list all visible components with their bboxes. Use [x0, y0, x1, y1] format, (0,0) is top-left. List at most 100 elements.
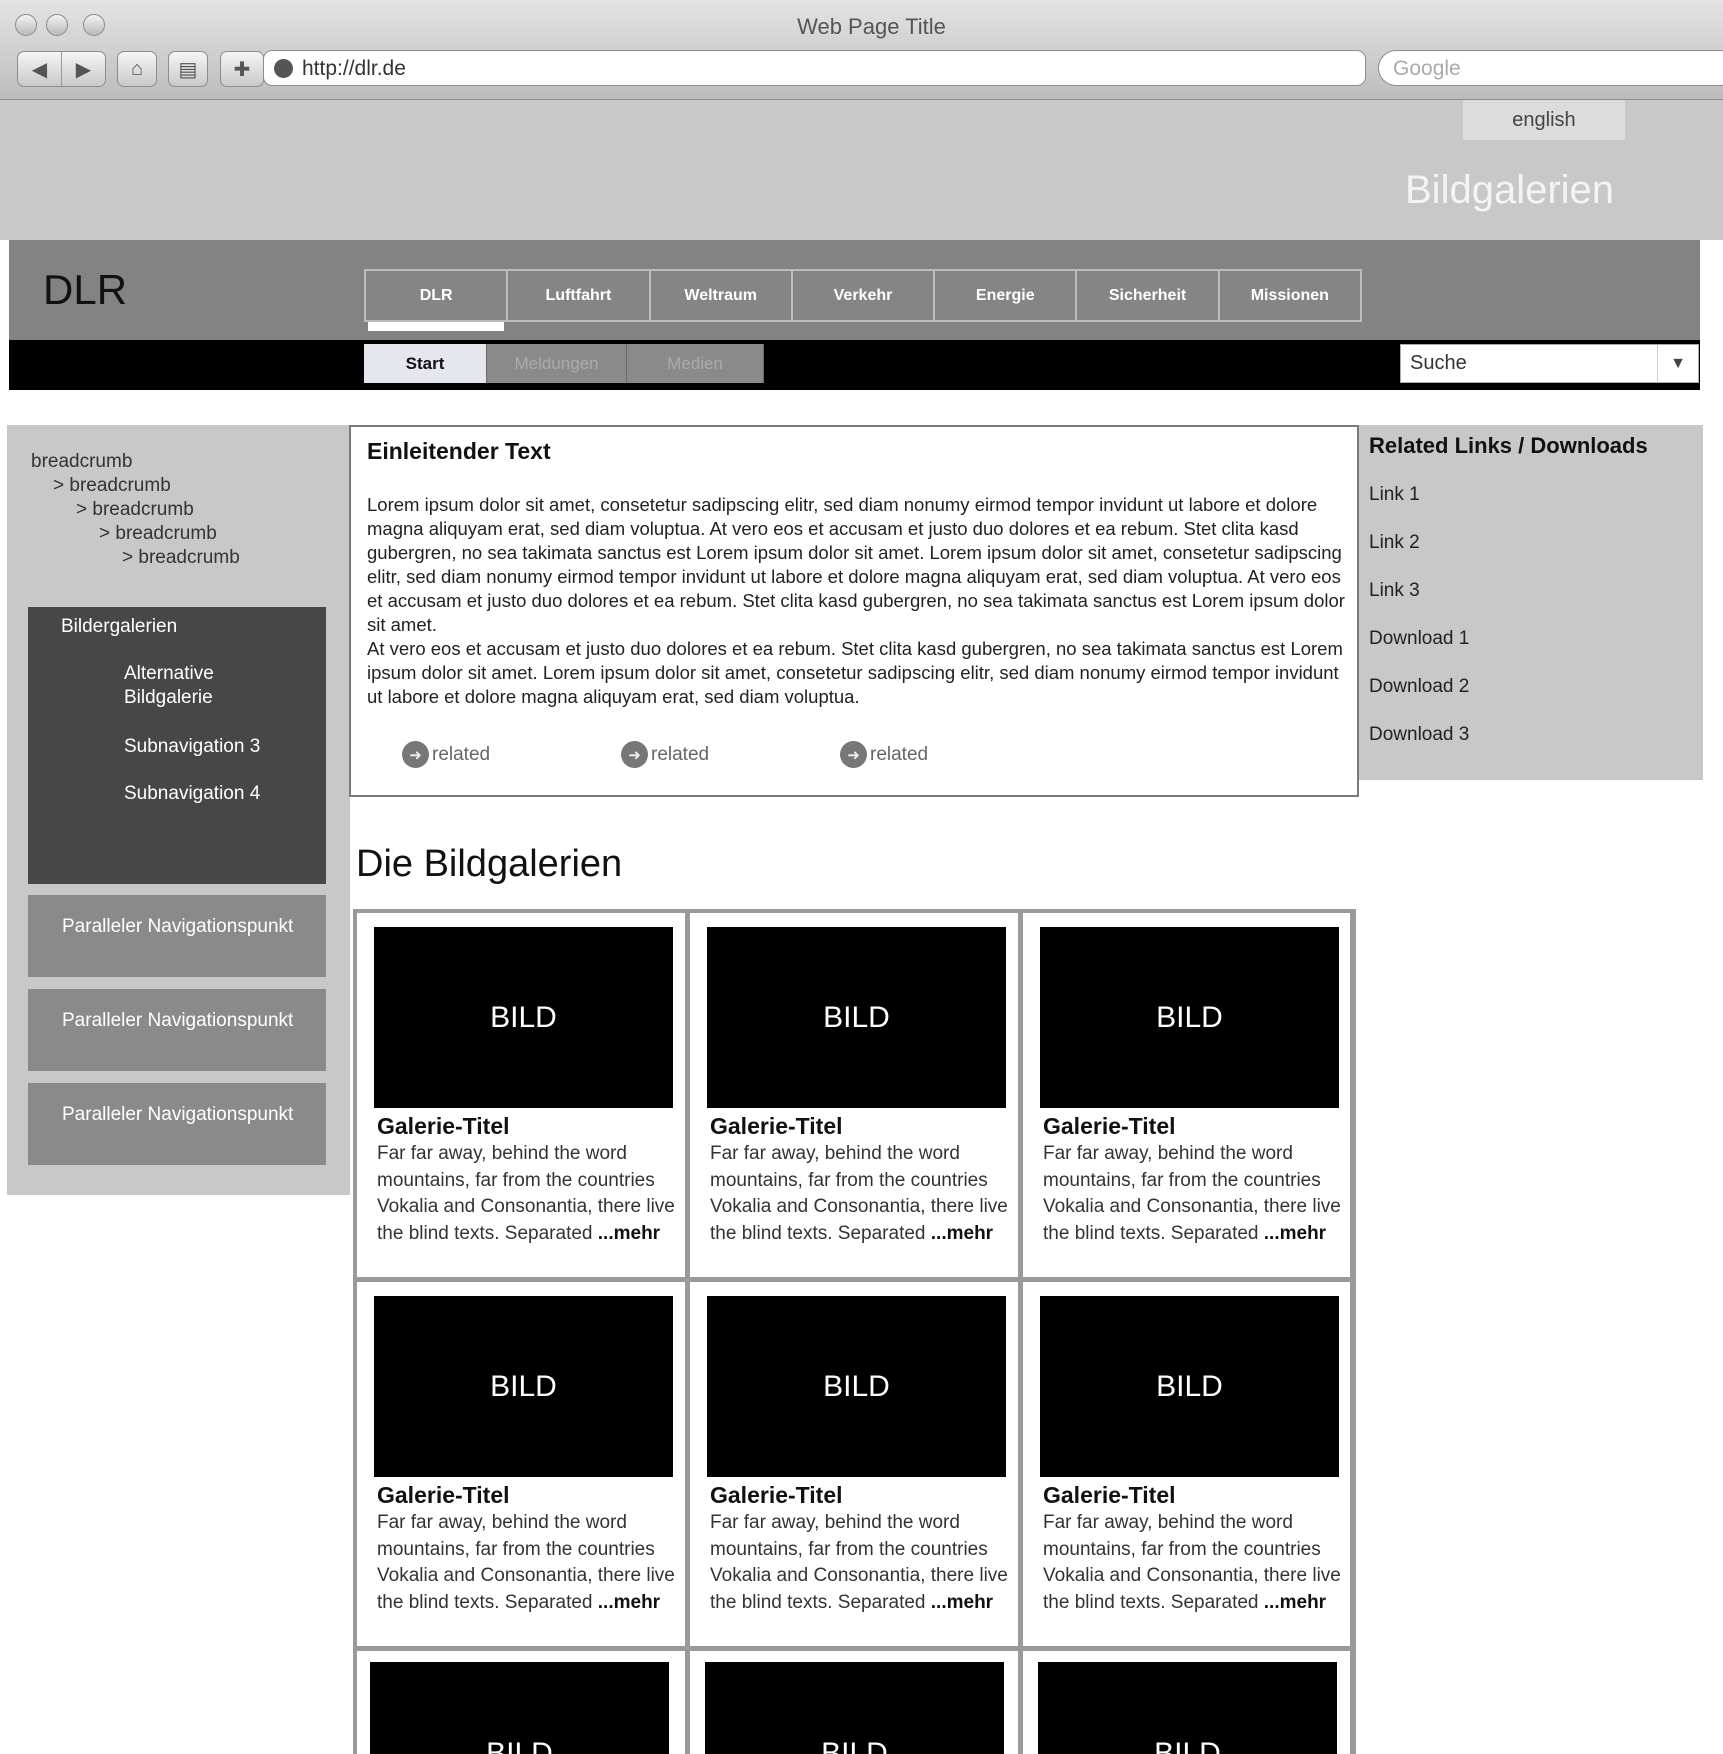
more-link[interactable]: ...mehr: [598, 1223, 660, 1244]
intro-heading: Einleitender Text: [367, 438, 551, 464]
breadcrumb-item[interactable]: breadcrumb: [31, 451, 132, 473]
subnav-item-bildergalerien[interactable]: Bildergalerien: [61, 615, 177, 639]
main-tabs: DLR Luftfahrt Weltraum Verkehr Energie S…: [364, 269, 1362, 331]
printer-icon: ▤: [178, 58, 198, 81]
parallel-nav-item[interactable]: Paralleler Navigationspunkt: [28, 895, 326, 977]
subnav-item-subnavigation-4[interactable]: Subnavigation 4: [124, 782, 260, 806]
browser-search-field[interactable]: Google: [1378, 50, 1723, 86]
tab-sicherheit[interactable]: Sicherheit: [1077, 271, 1220, 320]
gallery-card[interactable]: BILD Galerie-Titel Far far away, behind …: [1023, 1282, 1350, 1646]
subnav-item-alternative-bildgalerie[interactable]: Alternative Bildgalerie: [124, 662, 244, 710]
tab-luftfahrt[interactable]: Luftfahrt: [508, 271, 651, 320]
parallel-nav-item[interactable]: Paralleler Navigationspunkt: [28, 1083, 326, 1165]
arrow-icon: ➜: [402, 741, 429, 768]
more-link[interactable]: ...mehr: [931, 1592, 993, 1613]
intro-text: Lorem ipsum dolor sit amet, consetetur s…: [367, 493, 1352, 709]
tab-energie[interactable]: Energie: [935, 271, 1078, 320]
gallery-card-title[interactable]: Galerie-Titel: [1043, 1482, 1176, 1509]
site-logo[interactable]: DLR: [43, 266, 127, 314]
gallery-card-title[interactable]: Galerie-Titel: [377, 1482, 510, 1509]
subtab-medien[interactable]: Medien: [627, 344, 764, 383]
gallery-image[interactable]: BILD: [370, 1662, 669, 1754]
forward-icon[interactable]: ▶: [61, 52, 105, 86]
browser-search-placeholder: Google: [1393, 57, 1461, 80]
tab-verkehr[interactable]: Verkehr: [793, 271, 936, 320]
related-links-heading: Related Links / Downloads: [1369, 433, 1648, 458]
globe-icon: [274, 59, 293, 78]
subtab-start[interactable]: Start: [364, 344, 488, 383]
chevron-down-icon[interactable]: ▼: [1657, 345, 1698, 382]
more-link[interactable]: ...mehr: [1264, 1592, 1326, 1613]
gallery-card[interactable]: BILD Galerie-Titel Far far away, behind …: [690, 913, 1018, 1277]
breadcrumb-item[interactable]: > breadcrumb: [76, 499, 194, 521]
gallery-card[interactable]: BILD Galerie-Titel Far far away, behind …: [357, 913, 685, 1277]
gallery-card[interactable]: BILD Galerie-Titel Far far away, behind …: [1023, 913, 1350, 1277]
gallery-image[interactable]: BILD: [1040, 927, 1339, 1108]
more-link[interactable]: ...mehr: [931, 1223, 993, 1244]
gallery-card-title[interactable]: Galerie-Titel: [710, 1482, 843, 1509]
page-title: Bildgalerien: [1405, 168, 1615, 212]
download-link-3[interactable]: Download 3: [1369, 724, 1469, 746]
arrow-icon: ➜: [621, 741, 648, 768]
address-bar[interactable]: http://dlr.de: [263, 50, 1366, 86]
tab-weltraum[interactable]: Weltraum: [651, 271, 793, 320]
back-forward-buttons: ◀ ▶: [17, 51, 106, 87]
breadcrumb-item[interactable]: > breadcrumb: [53, 475, 171, 497]
gallery-image[interactable]: BILD: [374, 1296, 673, 1477]
gallery-heading: Die Bildgalerien: [356, 843, 623, 885]
home-button[interactable]: ⌂: [117, 51, 157, 87]
print-button[interactable]: ▤: [168, 51, 208, 87]
parallel-nav-item[interactable]: Paralleler Navigationspunkt: [28, 989, 326, 1071]
add-bookmark-button[interactable]: ✚: [220, 51, 264, 87]
back-icon[interactable]: ◀: [18, 52, 61, 86]
related-link-2[interactable]: Link 2: [1369, 532, 1420, 554]
related-link-3[interactable]: Link 3: [1369, 580, 1420, 602]
home-icon: ⌂: [130, 57, 144, 80]
language-link[interactable]: english: [1463, 100, 1625, 140]
gallery-image[interactable]: BILD: [707, 927, 1006, 1108]
gallery-card-title[interactable]: Galerie-Titel: [710, 1113, 843, 1140]
gallery-image[interactable]: BILD: [707, 1296, 1006, 1477]
site-search-select[interactable]: Suche ▼: [1400, 344, 1699, 383]
download-link-2[interactable]: Download 2: [1369, 676, 1469, 698]
gallery-card-text: Far far away, behind the word mountains,…: [1043, 1510, 1348, 1616]
gallery-card-text: Far far away, behind the word mountains,…: [377, 1141, 682, 1247]
subnav-item-subnavigation-3[interactable]: Subnavigation 3: [124, 735, 260, 759]
sub-tabs: Start Meldungen Medien: [364, 344, 764, 383]
site-search-value: Suche: [1410, 352, 1467, 374]
intro-paragraph: At vero eos et accusam et justo duo dolo…: [367, 638, 1343, 707]
breadcrumb-item[interactable]: > breadcrumb: [122, 547, 240, 569]
related-link[interactable]: ➜ related: [840, 741, 928, 768]
intro-box: Einleitender Text Lorem ipsum dolor sit …: [349, 425, 1359, 797]
related-label: related: [870, 743, 929, 765]
subtab-meldungen[interactable]: Meldungen: [487, 344, 628, 383]
more-link[interactable]: ...mehr: [1264, 1223, 1326, 1244]
intro-paragraph: Lorem ipsum dolor sit amet, consetetur s…: [367, 494, 1345, 635]
tab-missionen[interactable]: Missionen: [1220, 271, 1360, 320]
gallery-image[interactable]: BILD: [374, 927, 673, 1108]
gallery-card-title[interactable]: Galerie-Titel: [377, 1113, 510, 1140]
related-label: related: [651, 743, 710, 765]
plus-icon: ✚: [233, 58, 251, 81]
related-link[interactable]: ➜ related: [402, 741, 490, 768]
gallery-card-text: Far far away, behind the word mountains,…: [377, 1510, 682, 1616]
gallery-card-text: Far far away, behind the word mountains,…: [710, 1141, 1015, 1247]
gallery-card-text: Far far away, behind the word mountains,…: [1043, 1141, 1348, 1247]
tab-dlr[interactable]: DLR: [366, 271, 509, 331]
gallery-card[interactable]: BILD Galerie-Titel Far far away, behind …: [690, 1282, 1018, 1646]
gallery-card-text: Far far away, behind the word mountains,…: [710, 1510, 1015, 1616]
download-link-1[interactable]: Download 1: [1369, 628, 1469, 650]
gallery-image[interactable]: BILD: [705, 1662, 1004, 1754]
arrow-icon: ➜: [840, 741, 867, 768]
address-text: http://dlr.de: [302, 57, 406, 80]
related-link-1[interactable]: Link 1: [1369, 484, 1420, 506]
breadcrumb-item[interactable]: > breadcrumb: [99, 523, 217, 545]
gallery-image[interactable]: BILD: [1040, 1296, 1339, 1477]
related-link[interactable]: ➜ related: [621, 741, 709, 768]
more-link[interactable]: ...mehr: [598, 1592, 660, 1613]
gallery-card-title[interactable]: Galerie-Titel: [1043, 1113, 1176, 1140]
gallery-card[interactable]: BILD Galerie-Titel Far far away, behind …: [357, 1282, 685, 1646]
gallery-image[interactable]: BILD: [1038, 1662, 1337, 1754]
window-title: Web Page Title: [797, 14, 946, 39]
gallery-grid: BILD Galerie-Titel Far far away, behind …: [353, 909, 1356, 1754]
